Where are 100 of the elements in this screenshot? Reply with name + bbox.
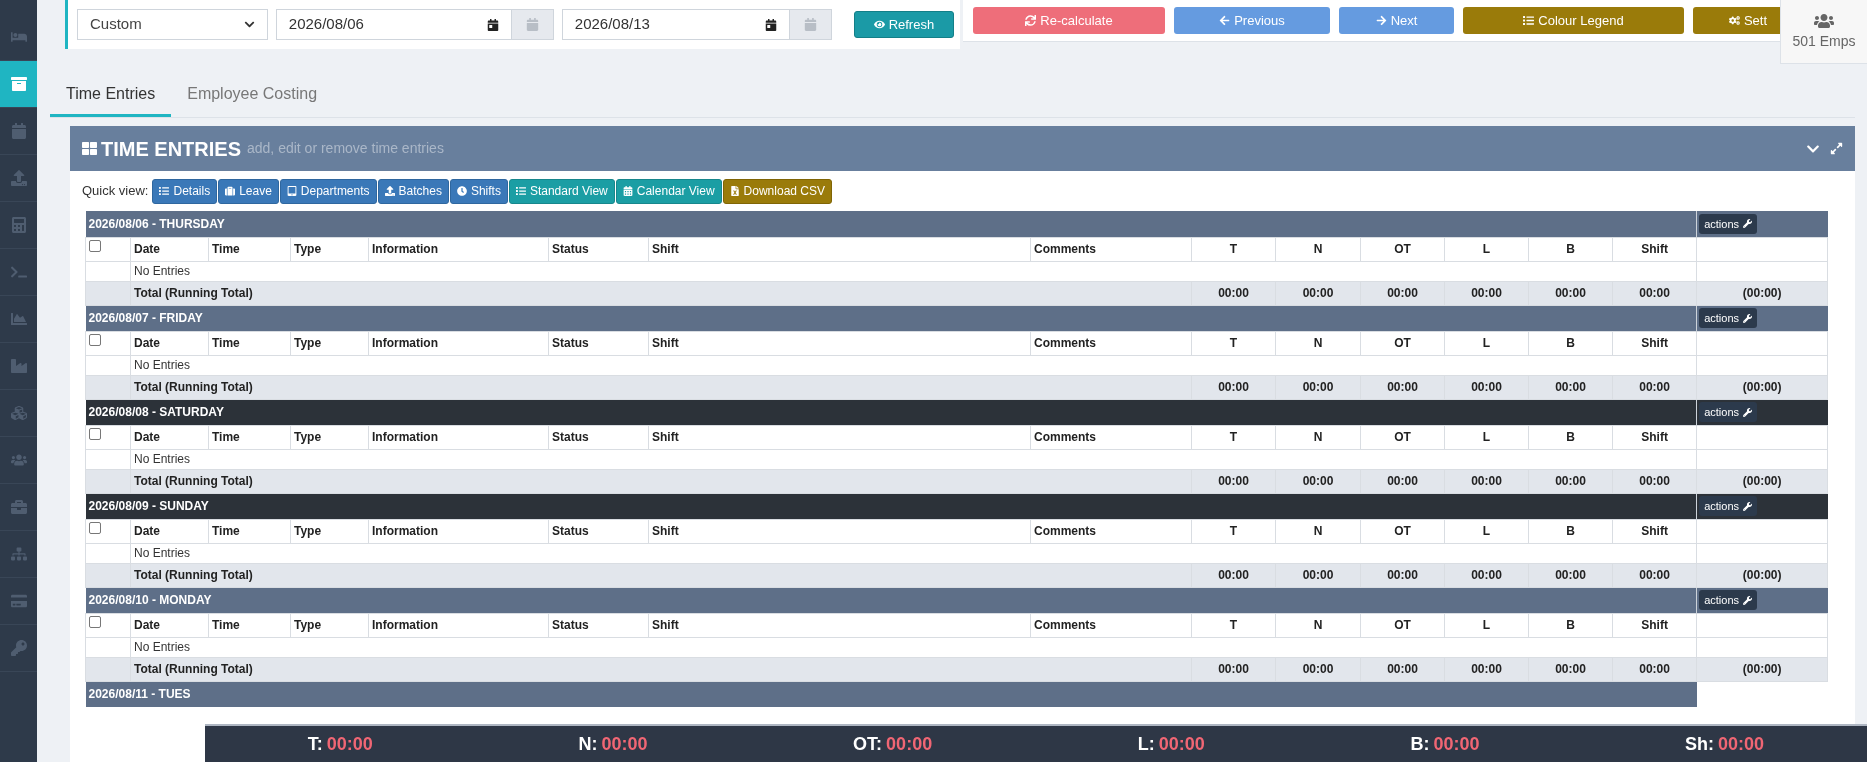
toolbar-button[interactable]: Sett bbox=[1693, 7, 1780, 34]
column-header: B bbox=[1566, 618, 1575, 632]
column-header: L bbox=[1482, 524, 1491, 538]
area-chart-icon bbox=[10, 311, 27, 327]
column-header: L bbox=[1482, 242, 1491, 256]
quick-view-button[interactable]: Standard View bbox=[508, 178, 615, 204]
column-header: Shift bbox=[1641, 618, 1668, 632]
range-select[interactable]: Custom bbox=[77, 9, 268, 40]
actions-button[interactable]: actions bbox=[1699, 495, 1758, 517]
footer-value: 00:00 bbox=[886, 732, 933, 756]
total-value: 00:00 bbox=[1471, 662, 1502, 676]
total-label: Total (Running Total) bbox=[134, 380, 253, 394]
employees-badge[interactable]: 501 Emps bbox=[1780, 0, 1867, 64]
sidebar-item[interactable] bbox=[0, 61, 37, 108]
toolbar-button[interactable]: Previous bbox=[1174, 7, 1330, 34]
quick-view-button[interactable]: Departments bbox=[279, 178, 377, 204]
column-header: Status bbox=[552, 618, 589, 632]
suitcase-icon bbox=[225, 186, 236, 196]
actions-button[interactable]: actions bbox=[1699, 213, 1758, 234]
select-checkbox[interactable] bbox=[89, 521, 101, 534]
select-checkbox[interactable] bbox=[89, 427, 101, 440]
total-value: 00:00 bbox=[1639, 568, 1670, 582]
quick-view-button[interactable]: Download CSV bbox=[722, 178, 832, 204]
calendar-icon bbox=[803, 18, 817, 31]
day-header: 2026/08/09 - SUNDAY bbox=[85, 493, 1697, 519]
column-header: Date bbox=[134, 524, 160, 538]
column-header: N bbox=[1313, 524, 1323, 538]
calendar-icon[interactable] bbox=[486, 18, 499, 31]
column-header: Type bbox=[294, 336, 322, 350]
select-checkbox[interactable] bbox=[89, 239, 101, 252]
date-field[interactable]: 2026/08/06 bbox=[275, 9, 512, 40]
column-header: N bbox=[1313, 242, 1323, 256]
total-value: 00:00 bbox=[1471, 474, 1502, 488]
toolbar-button[interactable]: Next bbox=[1339, 7, 1454, 34]
quick-view-button[interactable]: Details bbox=[152, 178, 218, 204]
column-header: OT bbox=[1394, 618, 1411, 632]
column-header: Information bbox=[372, 430, 438, 444]
column-header: Status bbox=[552, 242, 589, 256]
tablet-icon bbox=[286, 186, 297, 196]
total-value: 00:00 bbox=[1471, 286, 1502, 300]
tab[interactable]: Time Entries bbox=[50, 73, 172, 117]
column-header: Shift bbox=[652, 618, 679, 632]
column-header: N bbox=[1313, 430, 1323, 444]
total-value: 00:00 bbox=[1302, 662, 1334, 676]
tab[interactable]: Employee Costing bbox=[171, 73, 334, 117]
clock-icon bbox=[456, 186, 467, 196]
column-header: Comments bbox=[1034, 336, 1096, 350]
refresh-button[interactable]: Refresh bbox=[853, 11, 954, 38]
column-header: Shift bbox=[652, 524, 679, 538]
running-total: (00:00) bbox=[1742, 568, 1782, 582]
column-header: L bbox=[1482, 618, 1491, 632]
total-value: 00:00 bbox=[1302, 474, 1334, 488]
actions-button[interactable]: actions bbox=[1699, 307, 1758, 329]
column-header: T bbox=[1229, 242, 1238, 256]
total-label: Total (Running Total) bbox=[134, 474, 253, 488]
empty-message: No Entries bbox=[134, 640, 191, 654]
quick-view-button[interactable]: Batches bbox=[377, 178, 449, 204]
footer-label: L: bbox=[1137, 732, 1155, 756]
arrow-left-icon bbox=[1219, 15, 1231, 26]
actions-button[interactable]: actions bbox=[1699, 589, 1758, 611]
footer-label: B: bbox=[1410, 732, 1430, 756]
wrench-icon bbox=[1743, 501, 1753, 511]
calendar-icon[interactable] bbox=[764, 18, 777, 31]
column-header: OT bbox=[1394, 242, 1411, 256]
column-header: L bbox=[1482, 430, 1491, 444]
column-header: Comments bbox=[1034, 618, 1096, 632]
quick-view-button[interactable]: Shifts bbox=[449, 178, 508, 204]
quick-view-button[interactable]: Calendar View bbox=[615, 178, 722, 204]
column-header: Time bbox=[212, 524, 240, 538]
calendar-addon[interactable] bbox=[789, 9, 832, 40]
select-checkbox[interactable] bbox=[89, 615, 101, 628]
toolbar-button[interactable]: Colour Legend bbox=[1463, 7, 1684, 34]
list-icon bbox=[159, 186, 170, 196]
column-header: Shift bbox=[1641, 242, 1668, 256]
day-header: 2026/08/10 - MONDAY bbox=[85, 587, 1697, 613]
day-header: 2026/08/11 - TUES bbox=[85, 681, 1697, 707]
total-value: 00:00 bbox=[1555, 286, 1586, 300]
expand-icon[interactable] bbox=[1830, 142, 1843, 155]
column-header: Status bbox=[552, 524, 589, 538]
calendar-addon[interactable] bbox=[511, 9, 554, 40]
running-total: (00:00) bbox=[1742, 474, 1782, 488]
column-header: Type bbox=[294, 242, 322, 256]
column-header: Shift bbox=[1641, 430, 1668, 444]
select-checkbox[interactable] bbox=[89, 333, 101, 346]
total-value: 00:00 bbox=[1302, 380, 1334, 394]
briefcase-icon bbox=[10, 499, 27, 515]
toolbar-button[interactable]: Re-calculate bbox=[973, 7, 1165, 34]
column-header: Shift bbox=[652, 242, 679, 256]
actions-button[interactable]: actions bbox=[1699, 401, 1758, 423]
column-header: N bbox=[1313, 336, 1323, 350]
column-header: Type bbox=[294, 430, 322, 444]
day-header: 2026/08/08 - SATURDAY bbox=[85, 399, 1697, 425]
date-field[interactable]: 2026/08/13 bbox=[561, 9, 790, 40]
wrench-icon bbox=[1743, 407, 1753, 417]
column-header: Date bbox=[134, 242, 160, 256]
total-label: Total (Running Total) bbox=[134, 662, 253, 676]
empty-message: No Entries bbox=[134, 358, 191, 372]
total-value: 00:00 bbox=[1387, 474, 1418, 488]
column-header: Shift bbox=[1641, 336, 1668, 350]
quick-view-button[interactable]: Leave bbox=[218, 178, 279, 204]
